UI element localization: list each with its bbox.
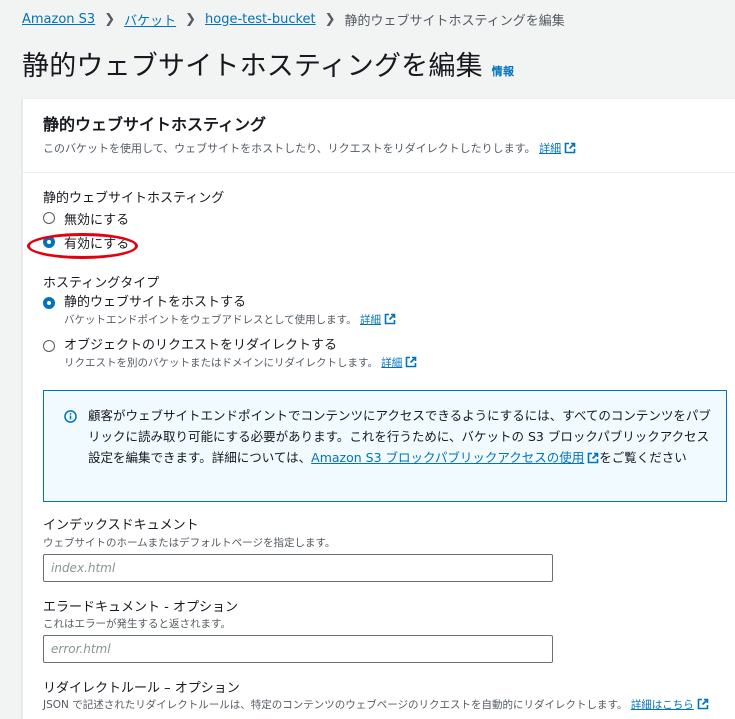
- panel-learn-more-link[interactable]: 詳細: [539, 142, 576, 155]
- panel-learn-more-label: 詳細: [539, 142, 562, 155]
- public-access-info-alert: 顧客がウェブサイトエンドポイントでコンテンツにアクセスできるようにするには、すべ…: [43, 390, 727, 502]
- hosting-enable-radio[interactable]: 有効にする: [43, 233, 129, 254]
- redirect-requests-radio[interactable]: オブジェクトのリクエストをリダイレクトする リクエストを別のバケットまたはドメイ…: [43, 337, 417, 370]
- host-static-website-label: 静的ウェブサイトをホストする: [64, 295, 247, 310]
- block-public-access-link-label: Amazon S3 ブロックパブリックアクセスの使用: [311, 450, 585, 465]
- error-document-label: エラードキュメント - オプション: [43, 600, 238, 615]
- external-link-icon: [384, 313, 396, 325]
- hosting-disable-label: 無効にする: [64, 213, 130, 228]
- error-document-desc: これはエラーが発生すると返されます。: [43, 618, 231, 630]
- info-icon: [64, 410, 77, 423]
- redirect-rules-learn-more-link[interactable]: 詳細はこちら: [630, 698, 709, 711]
- error-document-input[interactable]: [43, 635, 553, 663]
- block-public-access-link[interactable]: Amazon S3 ブロックパブリックアクセスの使用: [311, 450, 599, 465]
- alert-text: 顧客がウェブサイトエンドポイントでコンテンツにアクセスできるようにするには、すべ…: [88, 405, 712, 468]
- chevron-right-icon: ❯: [185, 11, 197, 27]
- breadcrumb-link-bucket[interactable]: hoge-test-bucket: [205, 12, 316, 27]
- breadcrumb-link-buckets[interactable]: バケット: [124, 10, 176, 29]
- redirect-requests-learn-more-label: 詳細: [381, 357, 403, 369]
- info-link[interactable]: 情報: [492, 63, 514, 79]
- chevron-right-icon: ❯: [324, 11, 336, 27]
- chevron-right-icon: ❯: [104, 11, 116, 27]
- static-website-hosting-panel: 静的ウェブサイトホスティング このバケットを使用して、ウェブサイトをホストしたり…: [22, 98, 735, 719]
- redirect-rules-desc: JSON で記述されたリダイレクトルールは、特定のコンテンツのウェブページのリク…: [43, 697, 709, 712]
- radio-button-on[interactable]: [43, 297, 55, 309]
- panel-description-text: このバケットを使用して、ウェブサイトをホストしたり、リクエストをリダイレクトした…: [43, 142, 536, 155]
- hosting-label: 静的ウェブサイトホスティング: [43, 191, 225, 206]
- radio-button-off[interactable]: [43, 340, 55, 352]
- page-title: 静的ウェブサイトホスティングを編集 情報: [22, 44, 514, 83]
- index-document-input[interactable]: [43, 554, 553, 582]
- panel-description: このバケットを使用して、ウェブサイトをホストしたり、リクエストをリダイレクトした…: [43, 141, 727, 156]
- index-document-desc: ウェブサイトのホームまたはデフォルトページを指定します。: [43, 537, 336, 549]
- page-title-text: 静的ウェブサイトホスティングを編集: [22, 51, 483, 82]
- redirect-rules-desc-text: JSON で記述されたリダイレクトルールは、特定のコンテンツのウェブページのリク…: [43, 699, 628, 711]
- external-link-icon: [587, 452, 599, 464]
- panel-title: 静的ウェブサイトホスティング: [43, 115, 267, 134]
- breadcrumb-link-s3[interactable]: Amazon S3: [22, 12, 95, 27]
- external-link-icon: [405, 356, 417, 368]
- redirect-requests-learn-more-link[interactable]: 詳細: [381, 356, 417, 369]
- host-static-website-radio[interactable]: 静的ウェブサイトをホストする バケットエンドポイントをウェブアドレスとして使用し…: [43, 294, 396, 327]
- external-link-icon: [697, 698, 709, 710]
- redirect-requests-desc: リクエストを別のバケットまたはドメインにリダイレクトします。 詳細: [64, 356, 417, 370]
- index-document-label: インデックスドキュメント: [43, 518, 199, 533]
- hosting-disable-radio[interactable]: 無効にする: [43, 209, 129, 230]
- panel-header: 静的ウェブサイトホスティング このバケットを使用して、ウェブサイトをホストしたり…: [23, 99, 735, 173]
- breadcrumb: Amazon S3 ❯ バケット ❯ hoge-test-bucket ❯ 静的…: [22, 9, 565, 29]
- redirect-rules-label: リダイレクトルール – オプション: [43, 681, 240, 696]
- redirect-rules-learn-more-label: 詳細はこちら: [630, 699, 694, 711]
- host-static-website-desc: バケットエンドポイントをウェブアドレスとして使用します。 詳細: [64, 313, 396, 327]
- radio-button-on[interactable]: [43, 236, 55, 248]
- hosting-type-label: ホスティングタイプ: [43, 276, 160, 291]
- host-static-website-learn-more-label: 詳細: [359, 314, 381, 326]
- redirect-requests-desc-text: リクエストを別のバケットまたはドメインにリダイレクトします。: [64, 357, 378, 369]
- redirect-requests-label: オブジェクトのリクエストをリダイレクトする: [64, 338, 338, 353]
- host-static-website-desc-text: バケットエンドポイントをウェブアドレスとして使用します。: [64, 314, 357, 326]
- radio-button-off[interactable]: [43, 212, 55, 224]
- alert-text-after: をご覧ください: [599, 450, 687, 465]
- host-static-website-learn-more-link[interactable]: 詳細: [359, 313, 396, 326]
- external-link-icon: [564, 142, 576, 154]
- breadcrumb-current: 静的ウェブサイトホスティングを編集: [344, 13, 565, 29]
- hosting-enable-label: 有効にする: [64, 237, 130, 252]
